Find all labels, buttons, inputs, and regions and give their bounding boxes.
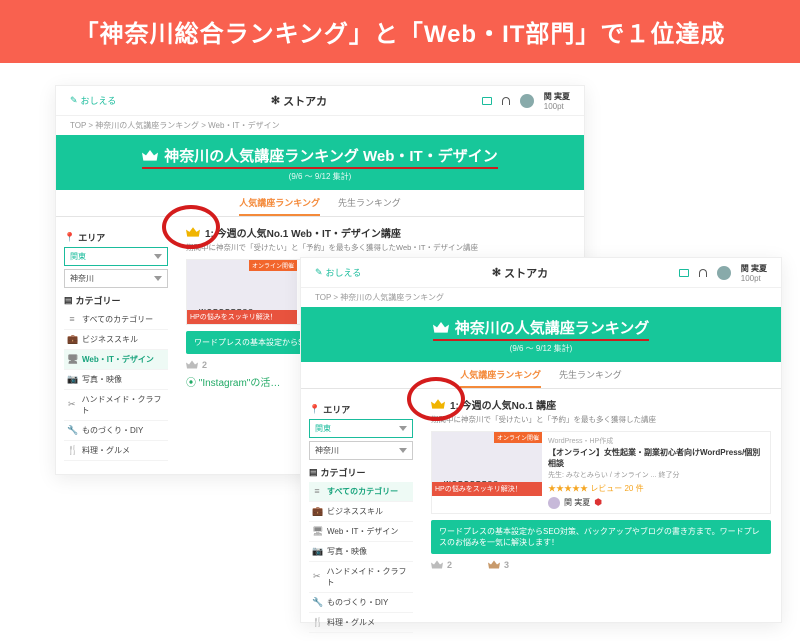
online-badge: オンライン開催 <box>249 260 297 271</box>
course-category: WordPress・HP作成 <box>548 436 764 446</box>
area-heading: 📍 エリア <box>64 231 168 244</box>
tabs: 人気講座ランキング 先生ランキング <box>56 190 584 217</box>
teacher-row[interactable]: 関 実夏 ⬢ <box>548 497 764 509</box>
category-list: ≡すべてのカテゴリー 💼ビジネススキル 🖥Web・IT・デザイン 📷写真・映像 … <box>309 482 413 633</box>
crown-icon <box>142 150 158 162</box>
crown-icon <box>186 360 198 370</box>
sidebar: 📍 エリア 関東 神奈川 ▤ カテゴリー ≡すべてのカテゴリー 💼ビジネススキル… <box>56 217 176 469</box>
cat-cook[interactable]: 🍴料理・グルメ <box>309 613 413 633</box>
pref-select[interactable]: 神奈川 <box>309 441 413 460</box>
rank2-label: 2 <box>431 560 452 570</box>
cat-biz[interactable]: 💼ビジネススキル <box>309 502 413 522</box>
cat-hand[interactable]: ✂ハンドメイド・クラフト <box>309 562 413 593</box>
cat-biz[interactable]: 💼ビジネススキル <box>64 330 168 350</box>
highlight-circle <box>162 205 220 249</box>
course-card[interactable]: オンライン開催 WORDPRESS ♥ 49 HPの悩みをスッキリ解決！ Wor… <box>431 431 771 514</box>
topbar: ✎ おしえる ✻ ストアカ 関 実夏100pt <box>301 258 781 288</box>
cat-diy[interactable]: 🔧ものづくり・DIY <box>64 421 168 441</box>
course-rating: ★★★★★ レビュー 20 件 <box>548 483 764 494</box>
course-by: 先生: みなとみらい / オンライン ... 終了分 <box>548 470 764 480</box>
area-heading: 📍 エリア <box>309 403 413 416</box>
cat-all[interactable]: ≡すべてのカテゴリー <box>309 482 413 502</box>
course-thumb: オンライン開催 WORDPRESS ♥ 49 HPの悩みをスッキリ解決！ <box>187 260 297 324</box>
tab-teachers[interactable]: 先生ランキング <box>338 196 401 216</box>
screenshot-overall: ✎ おしえる ✻ ストアカ 関 実夏100pt TOP > 神奈川の人気講座ラン… <box>300 257 782 623</box>
red-underline <box>433 339 650 341</box>
course-desc-bar: ワードプレスの基本設定からSEO対策、バックアップやブログの書き方まで。ワードプ… <box>431 520 771 554</box>
teach-link[interactable]: ✎ おしえる <box>315 266 361 279</box>
rank1-title: 1: 今週の人気No.1 講座 <box>431 397 771 412</box>
highlight-circle <box>407 377 465 421</box>
category-heading: ▤ カテゴリー <box>64 294 168 307</box>
cat-all[interactable]: ≡すべてのカテゴリー <box>64 310 168 330</box>
teacher-name: 関 実夏 <box>564 497 590 508</box>
chevron-down-icon <box>399 426 407 431</box>
breadcrumb[interactable]: TOP > 神奈川の人気講座ランキング > Web・IT・デザイン <box>56 116 584 135</box>
red-underline <box>142 167 497 169</box>
rank2-label: 2 <box>186 360 207 370</box>
ranking-dates: (9/6 〜 9/12 集計) <box>307 343 775 354</box>
category-list: ≡すべてのカテゴリー 💼ビジネススキル 🖥Web・IT・デザイン 📷写真・映像 … <box>64 310 168 461</box>
rank1-sub: 期間中に神奈川で「受けたい」と「予約」を最も多く獲得したWeb・IT・デザイン講… <box>186 242 574 253</box>
course-title[interactable]: 【オンライン】女性起業・副業初心者向けWordPress/個別相談 <box>548 447 764 469</box>
main: 1: 今週の人気No.1 講座 期間中に神奈川で「受けたい」と「予約」を最も多く… <box>421 389 781 641</box>
ranking-header: 神奈川の人気講座ランキング Web・IT・デザイン (9/6 〜 9/12 集計… <box>56 135 584 190</box>
cat-cook[interactable]: 🍴料理・グルメ <box>64 441 168 461</box>
pref-select[interactable]: 神奈川 <box>64 269 168 288</box>
stage: ✎ おしえる ✻ ストアカ 関 実夏100pt TOP > 神奈川の人気講座ラン… <box>0 63 800 611</box>
topbar: ✎ おしえる ✻ ストアカ 関 実夏100pt <box>56 86 584 116</box>
user-points: 関 実夏100pt <box>544 91 570 111</box>
region-select[interactable]: 関東 <box>64 247 168 266</box>
rank1-title: 1: 今週の人気No.1 Web・IT・デザイン講座 <box>186 225 574 240</box>
tab-teachers[interactable]: 先生ランキング <box>559 368 622 388</box>
tab-courses[interactable]: 人気講座ランキング <box>460 368 541 388</box>
cat-web[interactable]: 🖥Web・IT・デザイン <box>309 522 413 542</box>
online-badge: オンライン開催 <box>494 432 542 443</box>
crown-icon <box>431 560 443 570</box>
user-points: 関 実夏100pt <box>741 263 767 283</box>
badge-icon: ⬢ <box>594 497 602 508</box>
ranking-title: 神奈川の人気講座ランキング Web・IT・デザイン <box>164 145 497 166</box>
mail-icon[interactable] <box>482 97 492 105</box>
crown-icon <box>488 560 500 570</box>
site-logo[interactable]: ✻ ストアカ <box>271 93 327 109</box>
chevron-down-icon <box>154 276 162 281</box>
cat-web[interactable]: 🖥Web・IT・デザイン <box>64 350 168 370</box>
site-logo[interactable]: ✻ ストアカ <box>492 265 548 281</box>
category-heading: ▤ カテゴリー <box>309 466 413 479</box>
headline-banner: 「神奈川総合ランキング」と「Web・IT部門」で１位達成 <box>0 0 800 63</box>
tabs: 人気講座ランキング 先生ランキング <box>301 362 781 389</box>
cat-photo[interactable]: 📷写真・映像 <box>309 542 413 562</box>
ranking-dates: (9/6 〜 9/12 集計) <box>62 171 578 182</box>
bell-icon[interactable] <box>699 269 707 277</box>
tab-courses[interactable]: 人気講座ランキング <box>239 196 320 216</box>
teacher-avatar <box>548 497 560 509</box>
chevron-down-icon <box>154 254 162 259</box>
crown-icon <box>433 322 449 334</box>
region-select[interactable]: 関東 <box>309 419 413 438</box>
breadcrumb[interactable]: TOP > 神奈川の人気講座ランキング <box>301 288 781 307</box>
avatar[interactable] <box>520 94 534 108</box>
mail-icon[interactable] <box>679 269 689 277</box>
thumb-strip: HPの悩みをスッキリ解決！ <box>187 310 297 324</box>
avatar[interactable] <box>717 266 731 280</box>
chevron-down-icon <box>399 448 407 453</box>
cat-diy[interactable]: 🔧ものづくり・DIY <box>309 593 413 613</box>
rank1-sub: 期間中に神奈川で「受けたい」と「予約」を最も多く獲得した講座 <box>431 414 771 425</box>
teach-link[interactable]: ✎ おしえる <box>70 94 116 107</box>
rank3-label: 3 <box>488 560 509 570</box>
bell-icon[interactable] <box>502 97 510 105</box>
sidebar: 📍 エリア 関東 神奈川 ▤ カテゴリー ≡すべてのカテゴリー 💼ビジネススキル… <box>301 389 421 641</box>
thumb-strip: HPの悩みをスッキリ解決！ <box>432 482 542 496</box>
cat-hand[interactable]: ✂ハンドメイド・クラフト <box>64 390 168 421</box>
ranking-title: 神奈川の人気講座ランキング <box>455 317 650 338</box>
cat-photo[interactable]: 📷写真・映像 <box>64 370 168 390</box>
course-thumb: オンライン開催 WORDPRESS ♥ 49 HPの悩みをスッキリ解決！ <box>432 432 542 496</box>
ranking-header: 神奈川の人気講座ランキング (9/6 〜 9/12 集計) <box>301 307 781 362</box>
